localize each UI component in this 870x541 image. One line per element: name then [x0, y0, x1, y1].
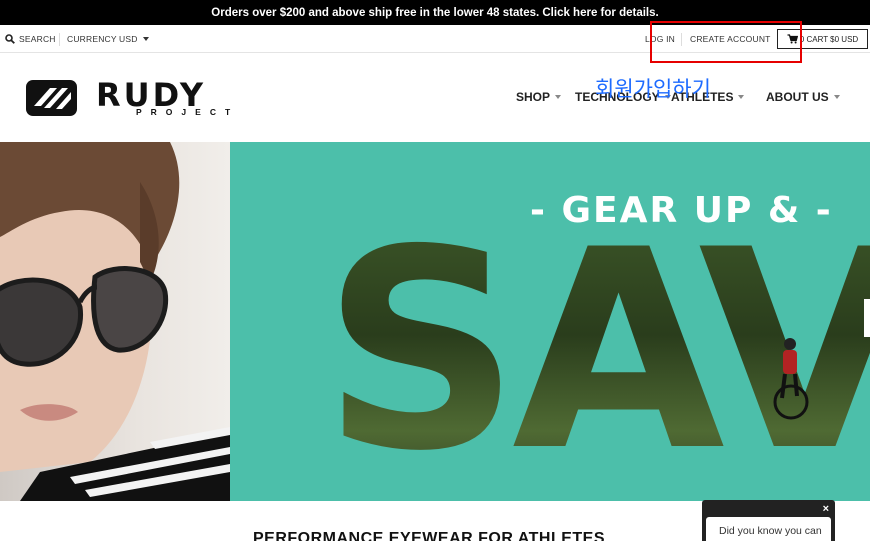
- announcement-text[interactable]: Orders over $200 and above ship free in …: [211, 7, 658, 19]
- logo-mark-icon: [26, 80, 77, 116]
- annotation-highlight-box: [650, 21, 802, 63]
- popup-message: Did you know you can: [706, 517, 831, 541]
- hero-headline: SAV: [322, 214, 870, 454]
- nav-shop-label: SHOP: [516, 90, 551, 104]
- divider: [59, 33, 60, 46]
- site-logo[interactable]: RUDY PROJECT: [26, 76, 276, 118]
- section-heading: PERFORMANCE EYEWEAR FOR ATHLETES: [253, 530, 606, 541]
- search-icon: [5, 34, 15, 44]
- annotation-text: 회원가입하기: [595, 77, 711, 101]
- chevron-down-icon: [738, 95, 745, 99]
- hero-banner[interactable]: - GEAR UP & - SAV: [0, 142, 870, 501]
- nav-shop[interactable]: SHOP: [516, 90, 562, 104]
- search-link[interactable]: SEARCH: [5, 25, 56, 53]
- currency-select[interactable]: USD: [119, 25, 149, 53]
- currency-label-text: CURRENCY: [67, 34, 117, 44]
- currency-value: USD: [119, 34, 138, 44]
- nav-about-us-label: ABOUT US: [766, 90, 829, 104]
- hero-model-photo: [0, 142, 230, 501]
- cart-label: 0 CART $0 USD: [799, 34, 859, 44]
- chevron-down-icon: [833, 95, 840, 99]
- carousel-next-tab[interactable]: [864, 299, 870, 337]
- logo-subtitle: PROJECT: [136, 107, 240, 117]
- nav-about-us[interactable]: ABOUT US: [766, 90, 840, 104]
- currency-label: CURRENCY: [67, 25, 117, 53]
- model-illustration: [0, 142, 230, 501]
- chevron-down-icon: [555, 95, 562, 99]
- chat-popup[interactable]: × Did you know you can: [702, 500, 835, 541]
- search-label: SEARCH: [19, 34, 56, 44]
- close-icon[interactable]: ×: [823, 503, 829, 515]
- chevron-down-icon: [142, 37, 149, 41]
